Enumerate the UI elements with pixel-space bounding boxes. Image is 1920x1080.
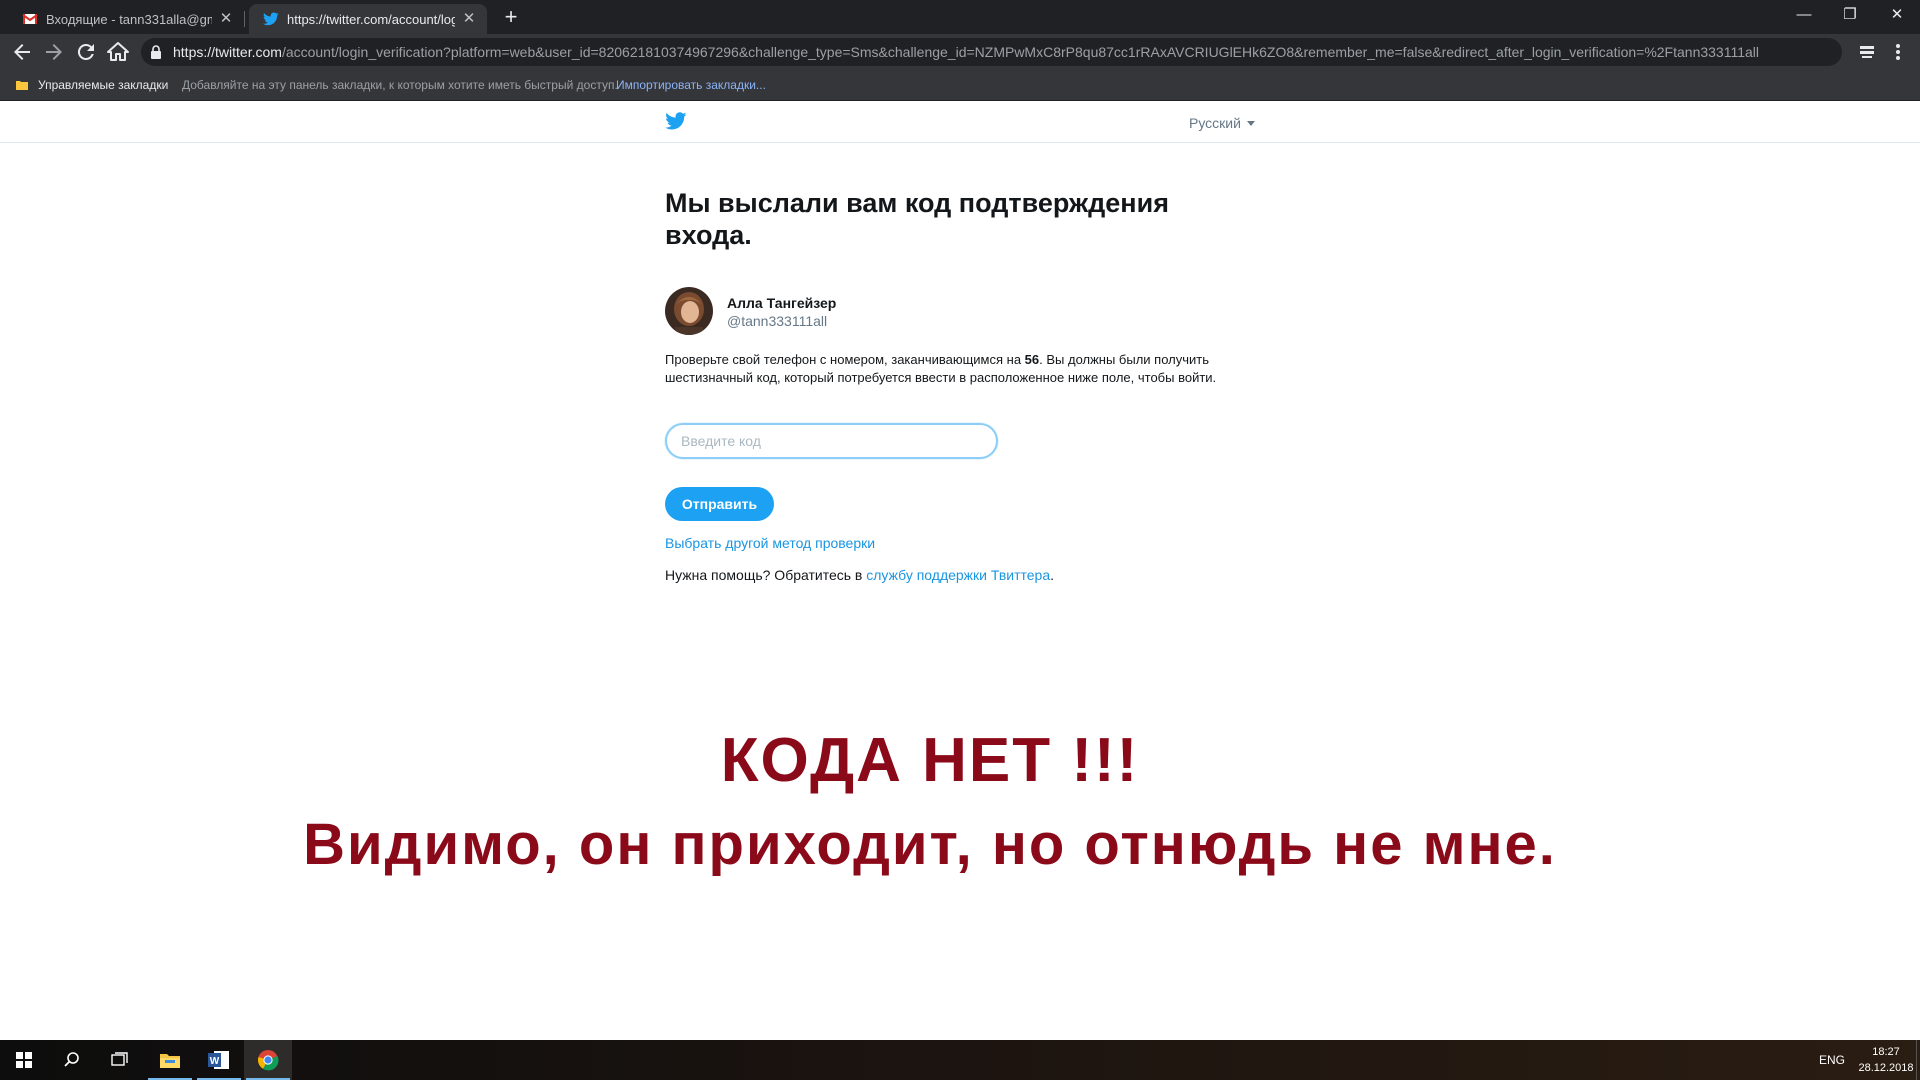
windows-logo-icon (16, 1052, 32, 1068)
minimize-button[interactable]: — (1781, 0, 1827, 30)
search-icon (64, 1052, 79, 1067)
clock[interactable]: 18:27 28.12.2018 (1858, 1044, 1914, 1076)
home-icon[interactable] (106, 40, 130, 64)
close-window-button[interactable]: ✕ (1874, 0, 1920, 30)
folder-icon (160, 1054, 180, 1068)
url-host: https://twitter.com (173, 44, 282, 60)
user-avatar (665, 287, 713, 335)
svg-text:W: W (210, 1056, 220, 1067)
browser-tab-strip: Входящие - tann331alla@gmail. ✕ https://… (0, 0, 1920, 34)
tab-gmail-inbox[interactable]: Входящие - tann331alla@gmail. ✕ (8, 4, 244, 34)
url-path: /account/login_verification?platform=web… (281, 44, 1759, 60)
tab-twitter-login[interactable]: https://twitter.com/account/logi ✕ (249, 4, 487, 34)
caret-down-icon (1246, 121, 1255, 126)
word-icon: W (208, 1051, 229, 1069)
verification-instructions: Проверьте свой телефон с номером, заканч… (665, 351, 1265, 387)
task-view-icon (111, 1052, 128, 1066)
bookmark-folder-icon (16, 81, 28, 90)
avatar-photo-icon (665, 287, 713, 335)
twitter-page: Русский Мы выслали вам код подтверждения… (0, 101, 1920, 1040)
word-button[interactable]: W (195, 1040, 243, 1080)
browser-toolbar: https://twitter.com/account/login_verifi… (0, 34, 1920, 70)
tab-separator (244, 11, 245, 27)
gmail-icon (22, 14, 38, 24)
overlay-caption-subtitle: Видимо, он приходит, но отнюдь не мне. (303, 812, 1557, 877)
overlay-caption-title: КОДА НЕТ !!! (720, 726, 1140, 795)
page-heading: Мы выслали вам код подтверждения входа. (665, 188, 1169, 250)
user-full-name: Алла Тангейзер (727, 295, 837, 311)
menu-kebab-icon[interactable] (1886, 40, 1910, 64)
extension-icon[interactable] (1855, 40, 1879, 64)
help-suffix: . (1050, 567, 1054, 583)
language-label: Русский (1189, 115, 1241, 131)
clock-date: 28.12.2018 (1858, 1062, 1914, 1074)
show-desktop-button[interactable] (1916, 1040, 1920, 1080)
windows-taskbar: W ENG 18:27 28.12.2018 (0, 1040, 1920, 1080)
tab-title: Входящие - tann331alla@gmail. (46, 11, 212, 27)
import-bookmarks-link[interactable]: Импортировать закладки... (616, 78, 766, 92)
task-view-button[interactable] (96, 1040, 144, 1080)
twitter-icon (263, 12, 279, 26)
clock-time: 18:27 (1872, 1046, 1900, 1058)
address-bar[interactable]: https://twitter.com/account/login_verifi… (141, 38, 1842, 66)
managed-bookmarks-folder[interactable]: Управляемые закладки (38, 78, 168, 92)
close-tab-icon[interactable]: ✕ (461, 11, 477, 27)
support-link[interactable]: службу поддержки Твиттера (866, 567, 1050, 583)
reload-icon[interactable] (74, 40, 98, 64)
search-button[interactable] (48, 1040, 96, 1080)
forward-icon[interactable] (42, 40, 66, 64)
help-text: Нужна помощь? Обратитесь в службу поддер… (665, 567, 1054, 583)
back-icon[interactable] (10, 40, 34, 64)
url-text[interactable]: https://twitter.com/account/login_verifi… (173, 44, 1833, 60)
new-tab-button[interactable]: + (499, 6, 523, 30)
file-explorer-button[interactable] (146, 1040, 194, 1080)
chrome-button[interactable] (244, 1040, 292, 1080)
input-language-indicator[interactable]: ENG (1819, 1053, 1845, 1067)
start-button[interactable] (0, 1040, 48, 1080)
tab-title: https://twitter.com/account/logi (287, 11, 455, 27)
instructions-text: Проверьте свой телефон с номером, заканч… (665, 352, 1025, 367)
chrome-icon (258, 1050, 279, 1071)
twitter-header: Русский (0, 101, 1920, 143)
submit-button[interactable]: Отправить (665, 487, 774, 521)
close-tab-icon[interactable]: ✕ (218, 11, 234, 27)
verification-code-input[interactable] (665, 423, 998, 459)
language-dropdown[interactable]: Русский (1189, 115, 1255, 131)
alternate-verification-method-link[interactable]: Выбрать другой метод проверки (665, 535, 875, 551)
bookmarks-bar: Управляемые закладки Добавляйте на эту п… (0, 70, 1920, 101)
phone-suffix: 56 (1024, 352, 1040, 367)
twitter-logo-icon[interactable] (665, 112, 687, 130)
help-prefix: Нужна помощь? Обратитесь в (665, 567, 867, 583)
restore-button[interactable]: ❐ (1827, 0, 1873, 30)
bookmarks-hint: Добавляйте на эту панель закладки, к кот… (182, 78, 618, 92)
lock-icon[interactable] (150, 45, 162, 59)
user-screen-name: @tann333111all (727, 313, 828, 329)
